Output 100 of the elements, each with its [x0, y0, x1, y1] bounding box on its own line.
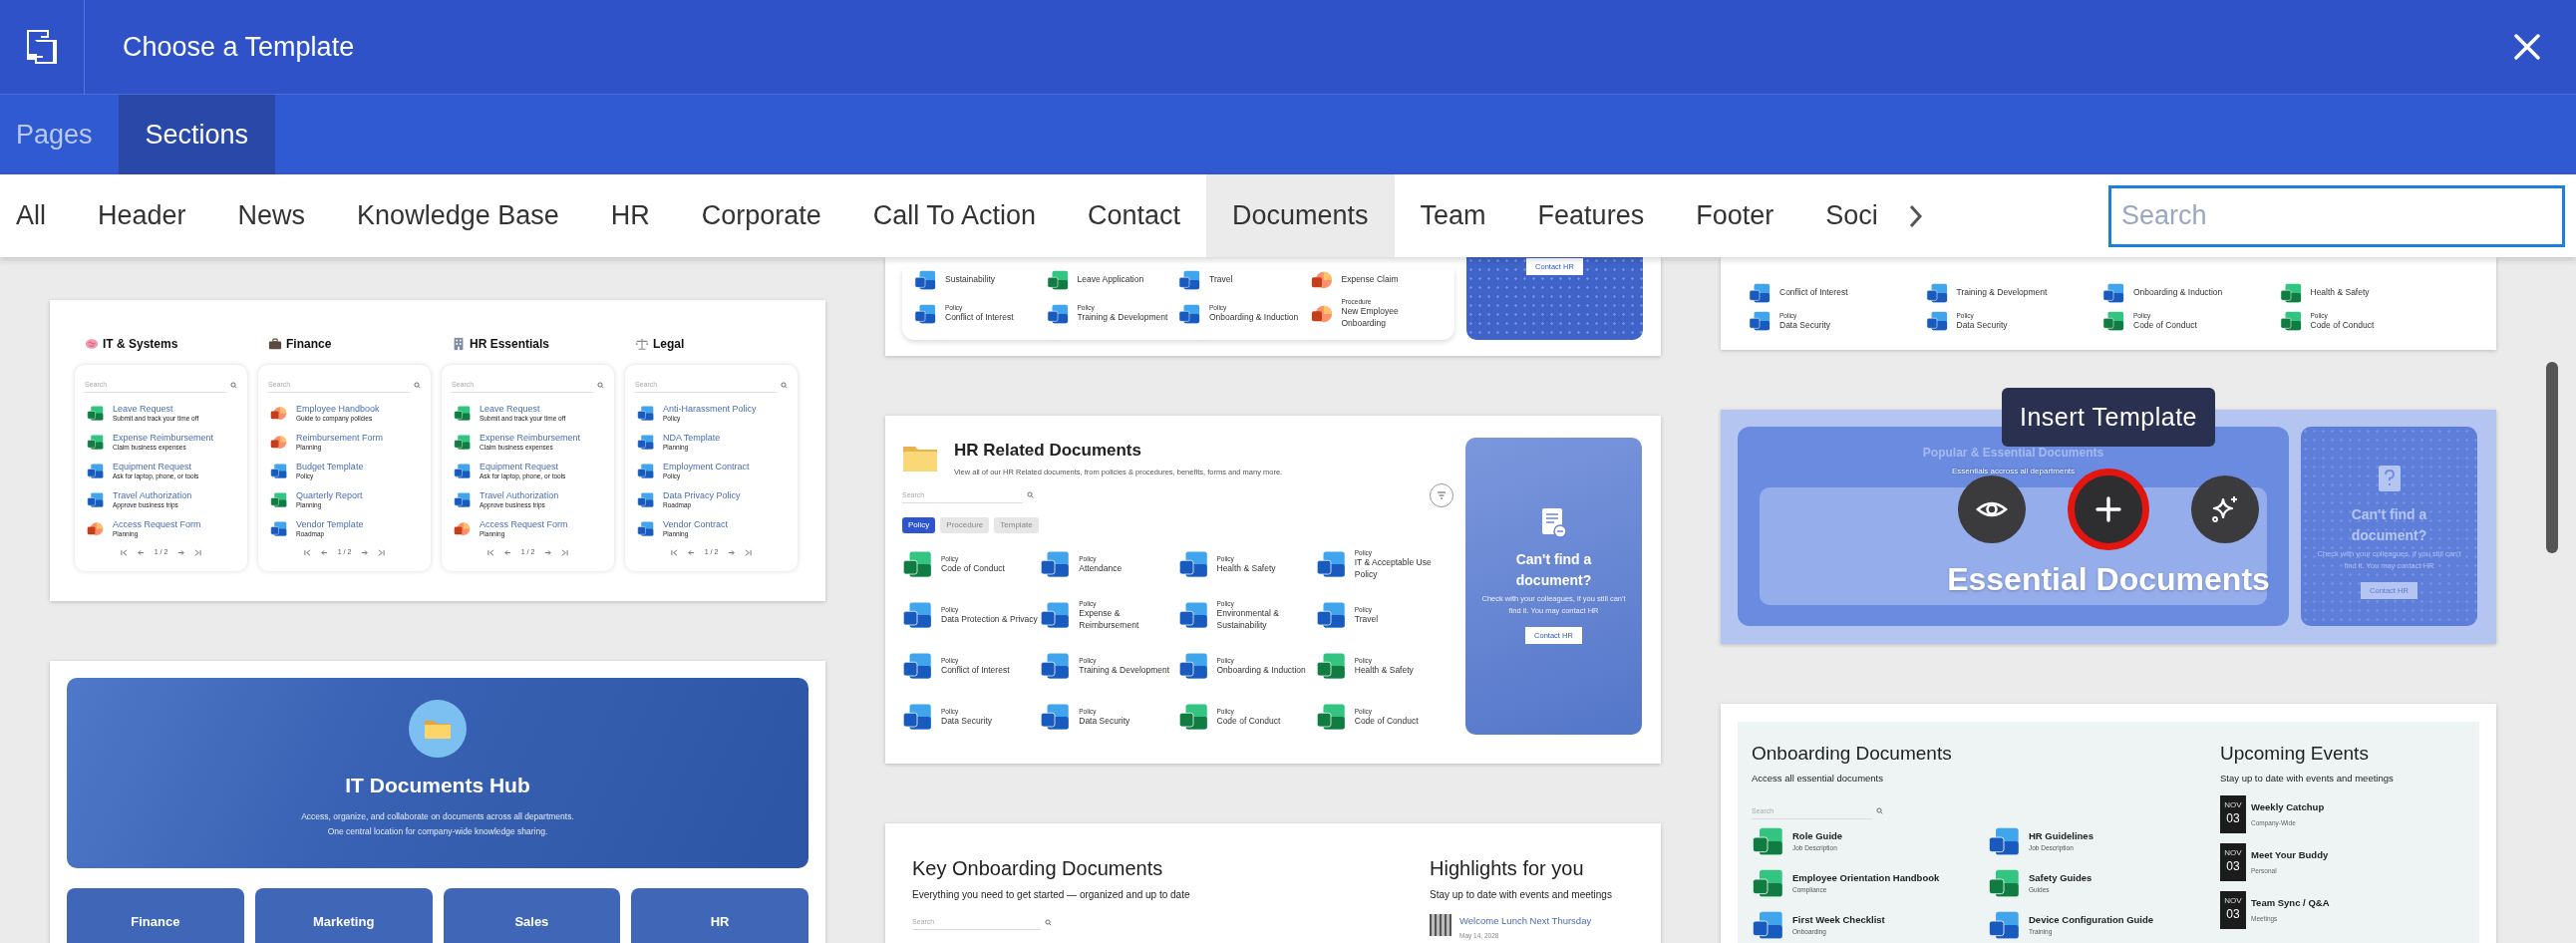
document-link[interactable]: Data Security [1779, 319, 1831, 332]
category-tab[interactable]: Team [1394, 174, 1512, 257]
document-link[interactable]: Data Security [941, 715, 993, 728]
document-link[interactable]: Onboarding & Induction [2133, 287, 2223, 299]
document-link[interactable]: NDA Template [663, 432, 721, 444]
first-page-icon[interactable] [670, 548, 678, 556]
department-tile[interactable]: HR [631, 888, 808, 943]
category-tab[interactable]: Documents [1206, 174, 1395, 257]
document-link[interactable]: Travel Authorization [480, 489, 559, 501]
category-tab[interactable]: News [211, 174, 332, 257]
document-link[interactable]: Leave Request [480, 403, 566, 415]
next-icon[interactable] [728, 548, 736, 556]
document-link[interactable]: IT & Acceptable Use Policy [1354, 556, 1453, 581]
document-link[interactable]: Training & Development [1956, 287, 2048, 299]
document-link[interactable]: Environmental & Sustainability [1216, 607, 1316, 632]
category-tab[interactable]: Call To Action [846, 174, 1062, 257]
next-icon[interactable] [177, 548, 185, 556]
document-link[interactable]: Expense Reimbursement [113, 432, 214, 444]
document-link[interactable]: Reimbursement Form [296, 432, 384, 444]
category-tab[interactable]: HR [584, 174, 676, 257]
department-tile[interactable]: Sales [443, 888, 621, 943]
document-link[interactable]: Travel [1209, 274, 1233, 287]
document-link[interactable]: Sustainability [945, 274, 996, 287]
document-link[interactable]: Role Guide [1792, 828, 1843, 843]
document-link[interactable]: Code of Conduct [1354, 715, 1419, 728]
document-link[interactable]: Access Request Form [113, 518, 201, 530]
category-tab[interactable]: Features [1511, 174, 1671, 257]
category-tab[interactable]: Header [72, 174, 212, 257]
category-tab[interactable]: Corporate [675, 174, 847, 257]
document-link[interactable]: HR Guidelines [2029, 828, 2093, 843]
document-link[interactable]: Health & Safety [1354, 664, 1414, 677]
document-link[interactable]: Data Protection & Privacy [941, 613, 1038, 626]
first-page-icon[interactable] [486, 548, 494, 556]
last-page-icon[interactable] [194, 548, 202, 556]
last-page-icon[interactable] [561, 548, 569, 556]
document-link[interactable]: Equipment Request [480, 461, 566, 472]
event-title[interactable]: Team Sync / Q&A [2251, 896, 2330, 911]
scrollbar-thumb[interactable] [2546, 362, 2558, 553]
template-card[interactable]: IT Documents Hub Access, organize, and collaborate on documents across all departments. One central location for company-wide knowledge sharing. Finance Marketing Sales HR [50, 661, 825, 943]
last-page-icon[interactable] [378, 548, 386, 556]
document-link[interactable]: Attendance [1079, 562, 1123, 575]
mode-tab[interactable]: Pages [0, 95, 109, 174]
document-link[interactable]: Leave Application [1077, 274, 1144, 287]
document-link[interactable]: Anti-Harassment Policy [663, 403, 757, 415]
document-link[interactable]: Safety Guides [2029, 870, 2093, 885]
category-tab[interactable]: Footer [1670, 174, 1800, 257]
document-link[interactable]: First Week Checklist [1792, 912, 1885, 927]
document-link[interactable]: Onboarding & Induction [1209, 312, 1299, 325]
category-tab[interactable]: Knowledge Base [331, 174, 585, 257]
department-tile[interactable]: Marketing [254, 888, 433, 943]
document-link[interactable]: Leave Request [113, 403, 199, 415]
previous-icon[interactable] [503, 548, 511, 556]
document-link[interactable]: Health & Safety [1216, 562, 1276, 575]
next-icon[interactable] [544, 548, 552, 556]
document-link[interactable]: Training & Development [1077, 312, 1168, 325]
document-link[interactable]: Access Request Form [480, 518, 568, 530]
document-link[interactable]: Equipment Request [113, 461, 199, 472]
filter-chip[interactable]: Policy [902, 516, 936, 533]
filter-button[interactable] [1430, 482, 1453, 507]
document-link[interactable]: Code of Conduct [941, 562, 1005, 575]
category-tab[interactable]: Contact [1061, 174, 1206, 257]
document-link[interactable]: Health & Safety [2310, 287, 2370, 299]
first-page-icon[interactable] [120, 548, 128, 556]
document-link[interactable]: Employment Contract [663, 461, 750, 472]
document-link[interactable]: Vendor Template [296, 518, 364, 530]
document-link[interactable]: Onboarding & Induction [1216, 664, 1306, 677]
document-link[interactable]: Device Configuration Guide [2029, 912, 2154, 927]
event-link[interactable]: Welcome Lunch Next Thursday [1459, 914, 1592, 929]
document-link[interactable]: Data Privacy Policy [663, 489, 741, 501]
document-link[interactable]: Travel [1354, 613, 1379, 626]
document-link[interactable]: Expense & Reimbursement [1079, 607, 1178, 632]
previous-icon[interactable] [687, 548, 695, 556]
document-link[interactable]: Vendor Contract [663, 518, 729, 530]
category-tab[interactable]: Soci [1799, 174, 1904, 257]
document-link[interactable]: Data Security [1079, 715, 1130, 728]
department-tile[interactable]: Finance [67, 888, 244, 943]
document-link[interactable]: Budget Template [296, 461, 364, 472]
document-link[interactable]: Code of Conduct [2310, 319, 2375, 332]
document-link[interactable]: Conflict of Interest [1779, 287, 1848, 299]
document-link[interactable]: Conflict of Interest [941, 664, 1010, 677]
search-field[interactable]: Search [2108, 184, 2565, 247]
mode-tab[interactable]: Sections [118, 95, 276, 174]
document-link[interactable]: Quarterly Report [296, 489, 363, 501]
document-link[interactable]: New Employee Onboarding [1341, 306, 1443, 330]
document-link[interactable]: Code of Conduct [1216, 715, 1281, 728]
last-page-icon[interactable] [745, 548, 753, 556]
document-link[interactable]: Expense Reimbursement [480, 432, 581, 444]
document-link[interactable]: Conflict of Interest [945, 312, 1014, 325]
document-link[interactable]: Travel Authorization [113, 489, 192, 501]
next-icon[interactable] [361, 548, 369, 556]
event-title[interactable]: Weekly Catchup [2251, 800, 2325, 815]
document-link[interactable]: Data Security [1956, 319, 2008, 332]
previous-icon[interactable] [137, 548, 145, 556]
document-link[interactable]: Code of Conduct [2133, 319, 2197, 332]
document-link[interactable]: Employee Orientation Handbook [1792, 870, 1940, 885]
document-link[interactable]: Employee Handbook [296, 403, 380, 415]
first-page-icon[interactable] [303, 548, 311, 556]
event-title[interactable]: Meet Your Buddy [2251, 848, 2329, 863]
previous-icon[interactable] [320, 548, 328, 556]
category-tab[interactable]: All [0, 174, 72, 257]
